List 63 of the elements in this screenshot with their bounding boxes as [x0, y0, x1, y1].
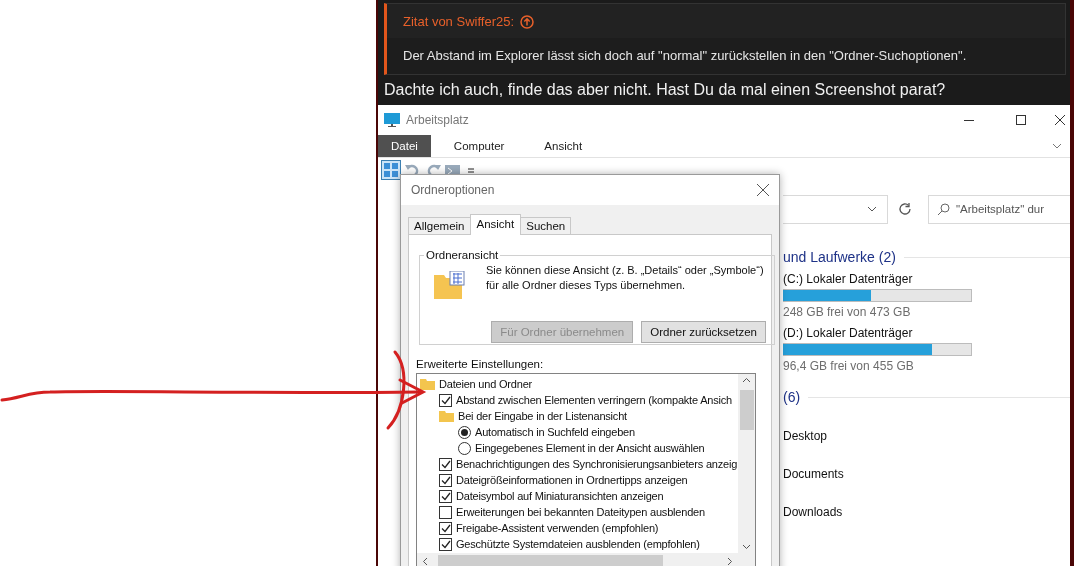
arrow-up-circle-icon[interactable]: [520, 14, 535, 29]
checkbox-label: Dateisymbol auf Miniaturansichten anzeigen: [456, 490, 664, 502]
rename-icon[interactable]: [445, 162, 461, 177]
checkbox[interactable]: [439, 489, 452, 503]
drive-free-space: 96,4 GB frei von 455 GB: [783, 359, 915, 373]
tree-folder-label: Bei der Eingabe in der Listenansicht: [458, 410, 627, 422]
quote-text: Der Abstand im Explorer lässt sich doch auf "normal" zurückstellen in den "Ordner-Suchoptionen".: [403, 48, 967, 63]
checkbox[interactable]: [439, 505, 452, 519]
search-field[interactable]: "Arbeitsplatz" dur: [928, 194, 1070, 224]
close-icon: [1055, 115, 1065, 125]
close-icon: [757, 184, 769, 196]
checkbox-label: Benachrichtigungen des Synchronisierungsanbieters anzeig: [456, 458, 738, 470]
section-heading: (6): [783, 389, 801, 405]
folder-name[interactable]: Desktop: [783, 429, 1070, 443]
radio-label: Eingegebenes Element in der Ansicht auswählen: [475, 442, 705, 454]
tree-folder-label: Dateien und Ordner: [439, 378, 532, 390]
scrollbar-thumb[interactable]: [438, 554, 663, 566]
quote-author: Zitat von Swiffer25:: [403, 14, 515, 29]
drive-name[interactable]: (D:) Lokaler Datenträger: [783, 326, 1070, 340]
checkbox[interactable]: [439, 537, 452, 551]
checkbox[interactable]: [439, 393, 452, 407]
ribbon-tab[interactable]: Computer: [440, 135, 518, 157]
drive-free-space: 248 GB frei von 473 GB: [783, 305, 912, 319]
ribbon-tab[interactable]: Ansicht: [531, 135, 596, 157]
checkbox-label: Dateigrößeinformationen in Ordnertipps anzeigen: [456, 474, 688, 486]
vertical-scrollbar[interactable]: [738, 374, 755, 553]
search-icon: [937, 202, 950, 216]
folder-grid-icon: [434, 271, 466, 299]
horizontal-scrollbar[interactable]: [417, 553, 755, 566]
dialog-tab[interactable]: Allgemein: [408, 217, 471, 235]
monitor-icon: [384, 112, 400, 128]
folder-icon: [420, 378, 435, 390]
maximize-icon: [1016, 115, 1026, 125]
scrollbar-thumb[interactable]: [739, 390, 754, 430]
checkbox-label: Erweiterungen bei bekannten Dateitypen ausblenden: [456, 506, 705, 518]
dialog-button[interactable]: Ordner zurücksetzen: [641, 321, 766, 343]
chevron-down-icon[interactable]: [867, 204, 877, 214]
radio-button[interactable]: [458, 441, 471, 455]
checkbox-label: Freigabe-Assistent verwenden (empfohlen): [456, 522, 659, 534]
refresh-icon[interactable]: [898, 202, 912, 216]
settings-label: Erweiterte Einstellungen:: [416, 358, 545, 370]
radio-label: Automatisch in Suchfeld eingeben: [475, 426, 635, 438]
minimize-icon: [964, 119, 974, 121]
checkbox-label: Abstand zwischen Elementen verringern (kompakte Ansich: [456, 394, 732, 406]
window-title: Arbeitsplatz: [406, 113, 470, 127]
properties-icon[interactable]: [381, 159, 401, 180]
group-description: Sie können diese Ansicht (z. B. „Details“ oder „Symbole“) für alle Ordner dieses Typs übernehmen.: [486, 263, 765, 293]
folder-name[interactable]: Downloads: [783, 505, 1070, 519]
section-heading: und Laufwerke (2): [783, 249, 896, 265]
drive-name[interactable]: (C:) Lokaler Datenträger: [783, 272, 1070, 286]
dialog-title: Ordneroptionen: [411, 183, 496, 197]
radio-button[interactable]: [458, 425, 471, 439]
checkbox[interactable]: [439, 521, 452, 535]
dialog-tab[interactable]: Ansicht: [469, 214, 522, 235]
folder-name[interactable]: Documents: [783, 467, 1070, 481]
dialog-tab[interactable]: Suchen: [520, 217, 572, 235]
checkbox[interactable]: [439, 457, 452, 471]
ribbon-tab[interactable]: Datei: [378, 135, 431, 157]
checkbox[interactable]: [439, 473, 452, 487]
post-text: Dachte ich auch, finde das aber nicht. Hast Du da mal einen Screenshot parat?: [384, 81, 947, 99]
group-title: Ordneransicht: [425, 249, 500, 261]
checkbox-label: Geschützte Systemdateien ausblenden (empfohlen): [456, 538, 700, 550]
folder-icon: [439, 410, 454, 422]
